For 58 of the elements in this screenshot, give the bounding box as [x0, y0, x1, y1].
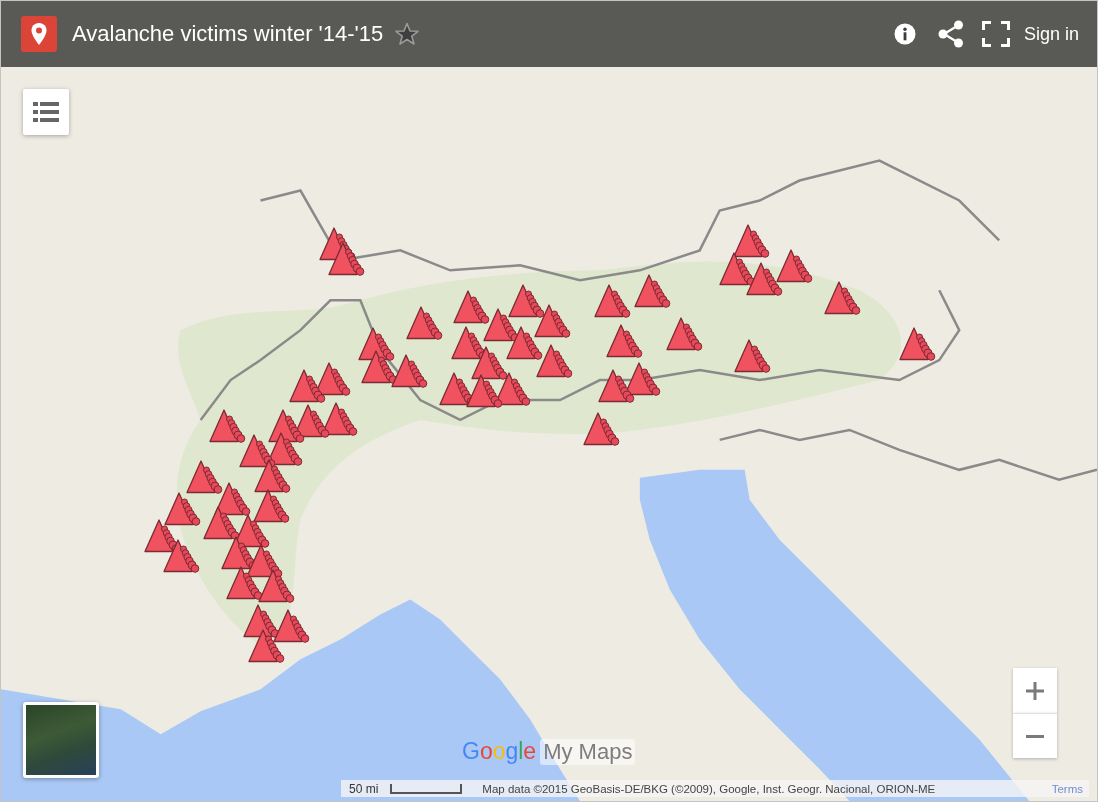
avalanche-marker-icon[interactable] [164, 492, 201, 526]
avalanche-marker-icon[interactable] [243, 604, 280, 638]
avalanche-marker-icon[interactable] [508, 284, 545, 318]
avalanche-marker-icon[interactable] [248, 629, 285, 663]
avalanche-marker-icon[interactable] [209, 409, 246, 443]
avalanche-marker-icon[interactable] [536, 344, 573, 378]
avalanche-marker-icon[interactable] [406, 306, 443, 340]
fullscreen-icon[interactable] [981, 21, 1010, 47]
satellite-photo-placeholder [26, 705, 96, 775]
avalanche-marker-icon[interactable] [598, 369, 635, 403]
avalanche-marker-icon[interactable] [258, 569, 295, 603]
avalanche-marker-icon[interactable] [666, 317, 703, 351]
avalanche-marker-icon[interactable] [594, 284, 631, 318]
zoom-out-button[interactable] [1013, 713, 1057, 758]
map-title: Avalanche victims winter '14-'15 [72, 21, 384, 47]
avalanche-marker-icon[interactable] [226, 566, 263, 600]
avalanche-marker-icon[interactable] [239, 434, 276, 468]
list-icon [33, 102, 59, 122]
minus-icon [1026, 734, 1044, 738]
avalanche-marker-icon[interactable] [719, 252, 756, 286]
avalanche-marker-icon[interactable] [506, 326, 543, 360]
avalanche-marker-icon[interactable] [534, 304, 571, 338]
info-icon[interactable] [893, 23, 916, 45]
sign-in-button[interactable]: Sign in [1021, 19, 1081, 49]
avalanche-marker-icon[interactable] [273, 609, 310, 643]
attribution-text: Map data ©2015 GeoBasis-DE/BKG (©2009), Google, Inst. Geogr. Nacional, ORION-ME [482, 782, 936, 795]
avalanche-marker-icon[interactable] [203, 506, 240, 540]
scale-label: 50 mi [349, 781, 379, 796]
avalanche-marker-icon[interactable] [163, 539, 200, 573]
avalanche-marker-icon[interactable] [186, 460, 223, 494]
avalanche-marker-icon[interactable] [254, 459, 291, 493]
share-icon[interactable] [937, 20, 964, 48]
product-name: My Maps [540, 739, 636, 765]
map-pin-logo-icon [21, 16, 57, 52]
avalanche-marker-icon[interactable] [253, 489, 290, 523]
avalanche-marker-icon[interactable] [734, 339, 771, 373]
star-icon[interactable] [395, 22, 420, 46]
avalanche-marker-icon[interactable] [634, 274, 671, 308]
avalanche-marker-icon[interactable] [361, 350, 398, 384]
avalanche-marker-icon[interactable] [471, 346, 508, 380]
scale-bar-icon [390, 783, 463, 794]
avalanche-marker-icon[interactable] [466, 374, 503, 408]
avalanche-marker-icon[interactable] [391, 354, 428, 388]
avalanche-marker-icon[interactable] [328, 242, 365, 276]
zoom-in-button[interactable] [1013, 668, 1057, 713]
plus-icon [1026, 681, 1044, 700]
satellite-view-button[interactable] [23, 702, 99, 778]
avalanche-marker-icon[interactable] [289, 369, 326, 403]
avalanche-marker-icon[interactable] [733, 224, 770, 258]
avalanche-marker-icon[interactable] [824, 281, 861, 315]
avalanche-marker-icon[interactable] [453, 290, 490, 324]
avalanche-marker-icon[interactable] [483, 308, 520, 342]
avalanche-marker-icon[interactable] [776, 249, 813, 283]
avalanche-marker-icon[interactable] [899, 327, 936, 361]
avalanche-marker-icon[interactable] [583, 412, 620, 446]
avalanche-marker-icon[interactable] [606, 324, 643, 358]
avalanche-marker-icon[interactable] [746, 262, 783, 296]
legend-button[interactable] [23, 89, 69, 135]
